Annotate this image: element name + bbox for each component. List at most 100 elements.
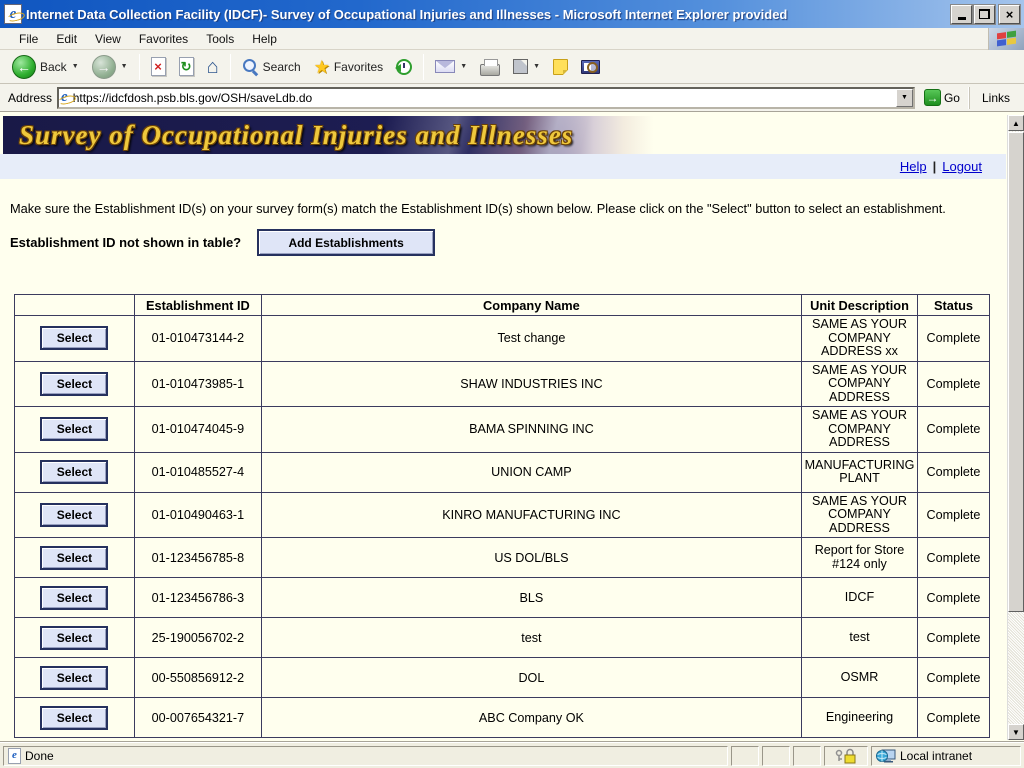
company-name-cell: US DOL/BLS bbox=[261, 538, 801, 578]
menu-tools[interactable]: Tools bbox=[197, 29, 243, 49]
address-label: Address bbox=[8, 91, 52, 105]
table-row: Select 01-010474045-9 BAMA SPINNING INC … bbox=[15, 407, 990, 453]
toolbar-separator bbox=[139, 54, 140, 80]
add-establishments-button[interactable]: Add Establishments bbox=[257, 229, 435, 256]
establishment-id-cell: 00-007654321-7 bbox=[134, 698, 261, 738]
add-establishments-row: Establishment ID not shown in table? Add… bbox=[10, 229, 1006, 256]
close-icon: × bbox=[1006, 7, 1014, 22]
favorites-label: Favorites bbox=[334, 60, 383, 74]
favorites-button[interactable]: ★ Favorites bbox=[308, 55, 390, 79]
address-input[interactable] bbox=[68, 91, 896, 105]
mail-button[interactable]: ▼ bbox=[429, 57, 473, 76]
scroll-up-button[interactable]: ▲ bbox=[1008, 115, 1024, 131]
standard-toolbar: ← Back ▼ → ▼ × ↻ ⌂ Search ★ Favorites bbox=[0, 50, 1024, 84]
table-row: Select 01-123456785-8 US DOL/BLS Report … bbox=[15, 538, 990, 578]
ie-logo-icon: e bbox=[4, 4, 22, 24]
back-dropdown-icon[interactable]: ▼ bbox=[72, 63, 79, 70]
forward-icon: → bbox=[92, 55, 116, 79]
stop-button[interactable]: × bbox=[145, 54, 172, 79]
mail-icon bbox=[435, 60, 455, 73]
menu-favorites[interactable]: Favorites bbox=[130, 29, 197, 49]
establishment-id-cell: 01-010490463-1 bbox=[134, 492, 261, 538]
status-bar: e Done Local intranet bbox=[0, 742, 1024, 768]
menu-help[interactable]: Help bbox=[243, 29, 286, 49]
chevron-down-icon: ▼ bbox=[901, 94, 908, 101]
mail-dropdown-icon[interactable]: ▼ bbox=[460, 63, 467, 70]
unit-description-cell: IDCF bbox=[802, 578, 918, 618]
status-cell: Complete bbox=[917, 538, 989, 578]
close-button[interactable]: × bbox=[999, 5, 1020, 24]
back-button[interactable]: ← Back ▼ bbox=[6, 52, 85, 82]
select-button[interactable]: Select bbox=[40, 460, 108, 484]
address-dropdown-button[interactable]: ▼ bbox=[896, 89, 913, 107]
table-row: Select 01-123456786-3 BLS IDCF Complete bbox=[15, 578, 990, 618]
establishment-id-cell: 01-010473985-1 bbox=[134, 361, 261, 407]
establishment-id-cell: 01-010485527-4 bbox=[134, 452, 261, 492]
logout-link[interactable]: Logout bbox=[942, 159, 982, 174]
select-button[interactable]: Select bbox=[40, 666, 108, 690]
restore-button[interactable] bbox=[974, 5, 995, 24]
back-label: Back bbox=[40, 60, 67, 74]
nav-divider: | bbox=[933, 159, 937, 174]
restore-icon bbox=[979, 9, 990, 19]
select-button[interactable]: Select bbox=[40, 626, 108, 650]
vertical-scrollbar[interactable]: ▲ ▼ bbox=[1007, 115, 1024, 740]
forward-dropdown-icon[interactable]: ▼ bbox=[121, 63, 128, 70]
favorites-star-icon: ★ bbox=[314, 58, 330, 76]
company-name-cell: BAMA SPINNING INC bbox=[261, 407, 801, 453]
edit-button[interactable]: ▼ bbox=[507, 56, 546, 77]
go-label: Go bbox=[944, 91, 960, 105]
messenger-button[interactable] bbox=[547, 56, 574, 78]
select-button[interactable]: Select bbox=[40, 706, 108, 730]
instructions-text: Make sure the Establishment ID(s) on you… bbox=[10, 201, 962, 216]
forward-button[interactable]: → ▼ bbox=[86, 52, 134, 82]
table-header-row: Establishment ID Company Name Unit Descr… bbox=[15, 295, 990, 316]
establishment-id-cell: 01-123456785-8 bbox=[134, 538, 261, 578]
establishment-id-cell: 25-190056702-2 bbox=[134, 618, 261, 658]
home-button[interactable]: ⌂ bbox=[201, 54, 225, 80]
refresh-icon: ↻ bbox=[179, 57, 194, 76]
select-button[interactable]: Select bbox=[40, 546, 108, 570]
security-zone-text: Local intranet bbox=[900, 749, 972, 763]
messenger-icon bbox=[553, 59, 568, 75]
history-icon bbox=[396, 59, 412, 75]
toolbar-separator bbox=[423, 54, 424, 80]
scroll-down-button[interactable]: ▼ bbox=[1008, 724, 1024, 740]
toolbar-separator bbox=[230, 54, 231, 80]
help-link[interactable]: Help bbox=[900, 159, 927, 174]
research-button[interactable] bbox=[575, 57, 606, 77]
establishments-table-wrap: Establishment ID Company Name Unit Descr… bbox=[14, 294, 990, 738]
edit-dropdown-icon[interactable]: ▼ bbox=[533, 63, 540, 70]
select-button[interactable]: Select bbox=[40, 326, 108, 350]
status-cell: Complete bbox=[917, 618, 989, 658]
menu-bar: File Edit View Favorites Tools Help bbox=[0, 28, 1024, 50]
select-button[interactable]: Select bbox=[40, 372, 108, 396]
ssl-lock-pane bbox=[824, 746, 868, 766]
status-cell: Complete bbox=[917, 361, 989, 407]
select-column-header bbox=[15, 295, 135, 316]
select-button[interactable]: Select bbox=[40, 417, 108, 441]
select-button[interactable]: Select bbox=[40, 503, 108, 527]
go-button[interactable]: → Go bbox=[920, 88, 964, 107]
unit-description-cell: SAME AS YOUR COMPANY ADDRESS xx bbox=[802, 316, 918, 362]
search-button[interactable]: Search bbox=[236, 55, 307, 78]
company-name-header: Company Name bbox=[261, 295, 801, 316]
menu-view[interactable]: View bbox=[86, 29, 130, 49]
status-cell: Complete bbox=[917, 316, 989, 362]
menu-file[interactable]: File bbox=[10, 29, 47, 49]
select-button[interactable]: Select bbox=[40, 586, 108, 610]
table-row: Select 01-010473144-2 Test change SAME A… bbox=[15, 316, 990, 362]
links-label: Links bbox=[982, 91, 1010, 105]
minimize-button[interactable] bbox=[951, 5, 972, 24]
history-button[interactable] bbox=[390, 56, 418, 78]
print-button[interactable] bbox=[474, 55, 506, 79]
table-row: Select 00-007654321-7 ABC Company OK Eng… bbox=[15, 698, 990, 738]
refresh-button[interactable]: ↻ bbox=[173, 54, 200, 79]
unit-description-header: Unit Description bbox=[802, 295, 918, 316]
links-bar[interactable]: Links bbox=[969, 87, 1020, 109]
scrollbar-thumb[interactable] bbox=[1008, 132, 1024, 612]
menu-edit[interactable]: Edit bbox=[47, 29, 86, 49]
stop-icon: × bbox=[151, 57, 166, 76]
research-icon bbox=[581, 60, 600, 74]
status-cell: Complete bbox=[917, 698, 989, 738]
